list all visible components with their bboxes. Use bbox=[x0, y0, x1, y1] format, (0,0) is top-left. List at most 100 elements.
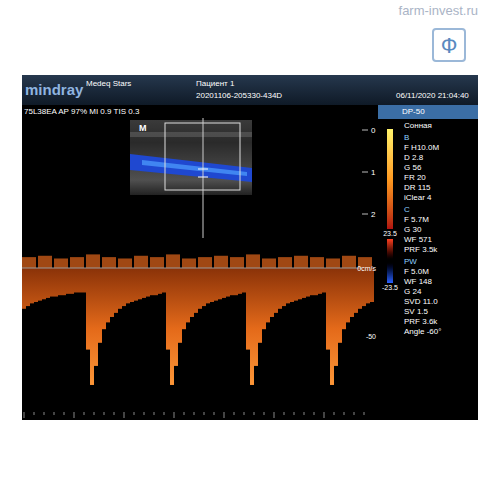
reverse-bar bbox=[122, 268, 126, 306]
reverse-bar bbox=[242, 268, 246, 292]
b-mode-image: M012 bbox=[22, 118, 378, 240]
vessel-flow bbox=[130, 154, 252, 182]
reverse-bar bbox=[106, 268, 110, 322]
param-item: G 56 bbox=[404, 163, 478, 173]
forward-bar bbox=[54, 258, 68, 268]
m-marker: M bbox=[139, 123, 147, 133]
forward-bar bbox=[294, 256, 308, 268]
reverse-bar bbox=[246, 268, 250, 350]
forward-bar bbox=[38, 256, 52, 268]
color-map-bar bbox=[387, 239, 393, 283]
doppler-spectrum: 0cm/s -50 bbox=[22, 240, 378, 420]
reverse-bar bbox=[250, 268, 254, 385]
forward-bar bbox=[150, 257, 164, 268]
reverse-bar bbox=[298, 268, 302, 299]
forward-bar bbox=[86, 254, 100, 268]
reverse-bar bbox=[54, 268, 58, 297]
reverse-bar bbox=[330, 268, 334, 385]
param-section: CF 5.7MG 30WF 571PRF 3.5k bbox=[404, 205, 478, 255]
watermark-row: farm-invest.ru bbox=[0, 0, 500, 22]
reverse-bar bbox=[110, 268, 114, 317]
reverse-bar bbox=[334, 268, 338, 366]
reverse-bar bbox=[158, 268, 162, 294]
param-item: D 2.8 bbox=[404, 153, 478, 163]
reverse-bar bbox=[202, 268, 206, 306]
reverse-bar bbox=[162, 268, 166, 292]
reverse-bar bbox=[74, 268, 78, 292]
svg-text:0: 0 bbox=[371, 126, 376, 135]
reverse-bar bbox=[366, 268, 370, 303]
param-item: PRF 3.5k bbox=[404, 245, 478, 255]
screen-body: 75L38EA AP 97% MI 0.9 TIS 0.3M0120cm/s-5… bbox=[22, 105, 478, 420]
screen-header: mindrayMedeq StarsПациент 120201106-2053… bbox=[22, 75, 478, 105]
datetime: 06/11/2020 21:04:40 bbox=[396, 75, 478, 105]
reverse-bar bbox=[358, 268, 362, 309]
preset-header: DP-50 bbox=[378, 105, 478, 119]
reverse-bar bbox=[362, 268, 366, 306]
reverse-bar bbox=[190, 268, 194, 317]
reverse-bar bbox=[314, 268, 318, 295]
reverse-bar bbox=[186, 268, 190, 322]
site-name: Medeq Stars bbox=[86, 75, 196, 105]
param-item: WF 148 bbox=[404, 277, 478, 287]
section-title: PW bbox=[404, 257, 478, 267]
gray-map-bar bbox=[387, 129, 393, 229]
param-item: G 30 bbox=[404, 225, 478, 235]
param-section: BF H10.0MD 2.8G 56FR 20DR 115iClear 4 bbox=[404, 133, 478, 203]
reverse-bar bbox=[286, 268, 290, 303]
reverse-bar bbox=[258, 268, 262, 343]
reverse-bar bbox=[354, 268, 358, 313]
forward-bar bbox=[262, 258, 276, 268]
doppler-cursor bbox=[203, 118, 204, 238]
reverse-bar bbox=[34, 268, 38, 302]
reverse-bar bbox=[290, 268, 294, 302]
reverse-bar bbox=[50, 268, 54, 297]
site-logo: Ф bbox=[432, 28, 466, 62]
reverse-bar bbox=[230, 268, 234, 295]
forward-bar bbox=[198, 257, 212, 268]
right-panel: DP-5023.5-23.5СоннаяBF H10.0MD 2.8G 56FR… bbox=[378, 105, 478, 420]
reverse-bar bbox=[42, 268, 46, 299]
logo-row: Ф bbox=[0, 22, 500, 72]
velocity-label: -50 bbox=[366, 333, 376, 340]
reverse-bar bbox=[114, 268, 118, 313]
reverse-bar bbox=[234, 268, 238, 295]
reverse-bar bbox=[66, 268, 70, 294]
reverse-bar bbox=[46, 268, 50, 298]
ultrasound-screen: mindrayMedeq StarsПациент 120201106-2053… bbox=[22, 75, 478, 420]
reverse-bar bbox=[370, 268, 374, 302]
reverse-bar bbox=[214, 268, 218, 301]
reverse-bar bbox=[274, 268, 278, 313]
forward-bar bbox=[214, 256, 228, 268]
reverse-bar bbox=[58, 268, 62, 295]
reverse-bar bbox=[282, 268, 286, 306]
baseline-label: 0cm/s bbox=[357, 265, 376, 272]
reverse-bar bbox=[22, 268, 26, 309]
reverse-bar bbox=[70, 268, 74, 294]
reverse-bar bbox=[90, 268, 94, 385]
scale-column: 23.5-23.5 bbox=[378, 119, 402, 420]
reverse-bar bbox=[342, 268, 346, 329]
forward-bar bbox=[230, 257, 244, 268]
section-title: B bbox=[404, 133, 478, 143]
reverse-bar bbox=[306, 268, 310, 297]
reverse-bar bbox=[150, 268, 154, 295]
svg-text:2: 2 bbox=[371, 210, 376, 219]
param-item: PRF 3.6k bbox=[404, 317, 478, 327]
reverse-bar bbox=[98, 268, 102, 343]
reverse-bar bbox=[26, 268, 30, 306]
patient-name: Пациент 1 bbox=[196, 78, 396, 90]
panel-body: 23.5-23.5СоннаяBF H10.0MD 2.8G 56FR 20DR… bbox=[378, 119, 478, 420]
reverse-bar bbox=[262, 268, 266, 329]
reverse-bar bbox=[254, 268, 258, 366]
exam-id: 20201106-205330-434D bbox=[196, 90, 396, 102]
reverse-bar bbox=[278, 268, 282, 309]
reverse-bar bbox=[178, 268, 182, 343]
forward-bar bbox=[326, 258, 340, 268]
reverse-bar bbox=[310, 268, 314, 295]
depth-tick: 2 bbox=[362, 210, 376, 219]
watermark: farm-invest.ru bbox=[399, 1, 478, 21]
reverse-bar bbox=[38, 268, 42, 301]
color-scale-min: -23.5 bbox=[382, 283, 398, 293]
reverse-bar bbox=[322, 268, 326, 292]
